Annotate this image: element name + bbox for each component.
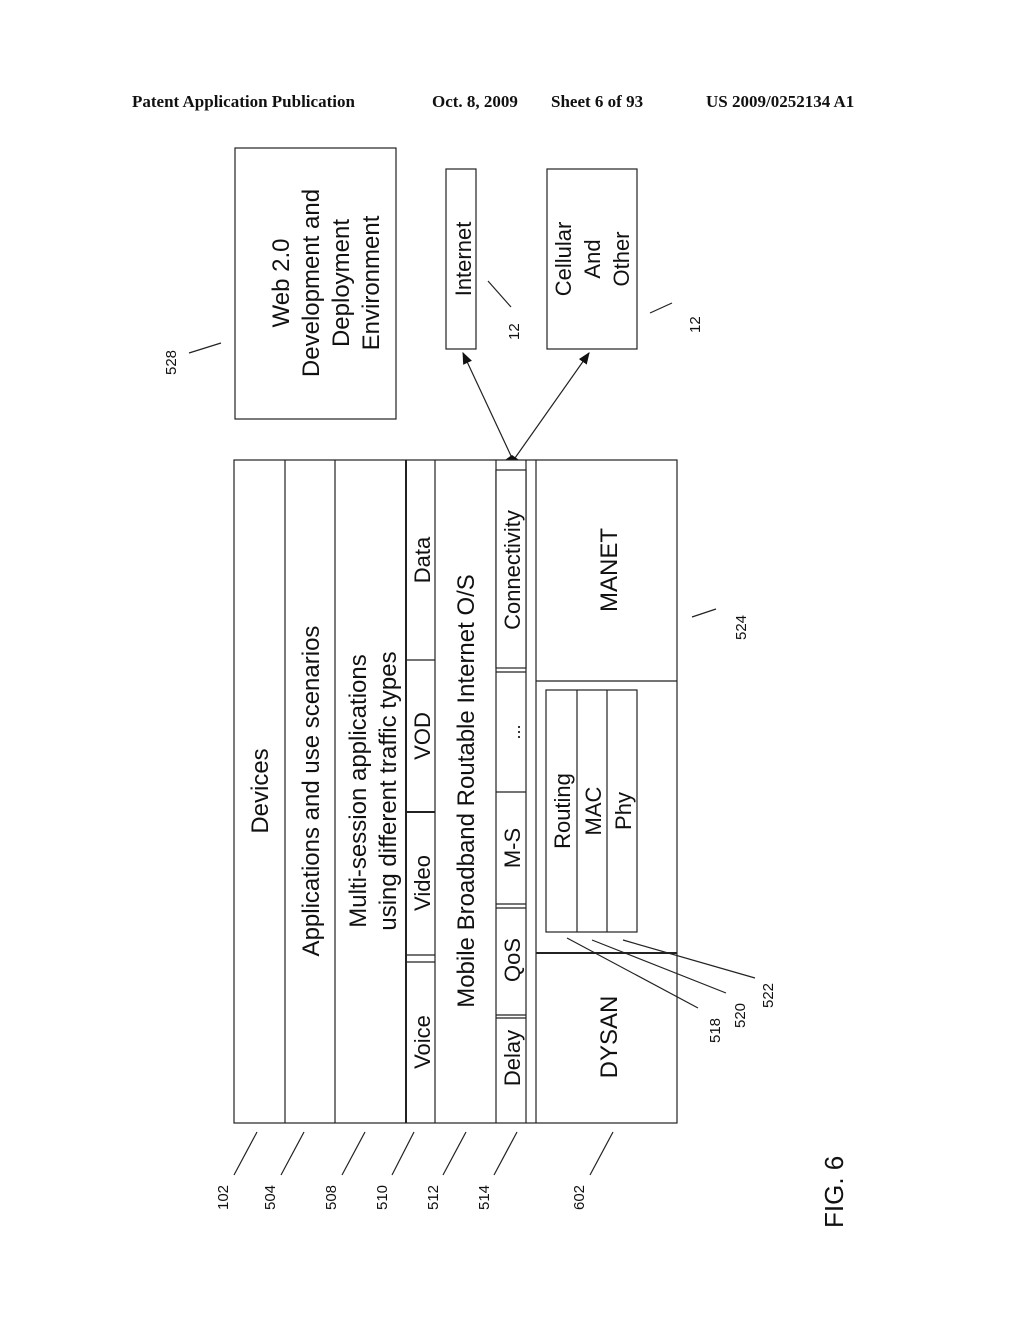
ref-528: 528 <box>163 350 180 375</box>
figure-label: FIG. 6 <box>819 1156 849 1228</box>
internet-label: Internet <box>451 222 476 297</box>
internet-box: Internet <box>445 168 477 350</box>
service-qos: QoS <box>500 938 525 982</box>
ref-522: 522 <box>760 983 777 1008</box>
web-environment-box: Web 2.0 Development and Deployment Envir… <box>234 147 397 420</box>
ref-102: 102 <box>215 1185 232 1210</box>
service-delay: Delay <box>500 1030 525 1086</box>
ref-510: 510 <box>374 1185 391 1210</box>
ref-12-cellular: 12 <box>687 316 704 333</box>
layer-mac: MAC <box>581 786 606 835</box>
multisession-line-1: Multi-session applications <box>345 654 372 927</box>
ref-602: 602 <box>571 1185 588 1210</box>
traffic-data: Data <box>410 536 435 583</box>
figure-diagram: Web 2.0 Development and Deployment Envir… <box>163 147 849 1228</box>
applications-label: Applications and use scenarios <box>298 626 325 957</box>
cellular-line-3: Other <box>609 231 634 286</box>
dysan-label: DYSAN <box>596 996 623 1079</box>
layer-routing: Routing <box>550 773 575 849</box>
leader-12-cellular <box>649 302 673 314</box>
ref-518: 518 <box>707 1018 724 1043</box>
os-label: Mobile Broadband Routable Internet O/S <box>453 574 480 1008</box>
web-line-3: Deployment <box>328 219 355 347</box>
traffic-video: Video <box>410 855 435 911</box>
layer-phy: Phy <box>611 792 636 830</box>
ref-512: 512 <box>425 1185 442 1210</box>
service-ms: M-S <box>500 828 525 868</box>
cellular-line-1: Cellular <box>551 222 576 297</box>
traffic-voice: Voice <box>410 1015 435 1069</box>
cellular-line-2: And <box>580 239 605 278</box>
arrow-to-cellular <box>514 352 590 459</box>
multisession-line-2: using different traffic types <box>375 651 402 930</box>
leader-12-internet <box>487 280 512 308</box>
devices-label: Devices <box>247 748 274 833</box>
arrow-to-internet <box>462 351 513 459</box>
manet-label: MANET <box>596 528 623 612</box>
ref-12-internet: 12 <box>506 323 523 340</box>
ref-508: 508 <box>323 1185 340 1210</box>
leader-528 <box>188 342 222 354</box>
ref-514: 514 <box>476 1185 493 1210</box>
service-more: ... <box>504 724 524 739</box>
web-line-4: Environment <box>358 215 385 350</box>
ref-504: 504 <box>262 1185 279 1210</box>
ref-520: 520 <box>732 1003 749 1028</box>
traffic-vod: VOD <box>410 712 435 760</box>
ref-524: 524 <box>733 615 750 640</box>
web-line-1: Web 2.0 <box>268 239 295 328</box>
service-connectivity: Connectivity <box>500 510 525 630</box>
cellular-box: Cellular And Other <box>546 168 638 350</box>
web-line-2: Development and <box>298 189 325 377</box>
